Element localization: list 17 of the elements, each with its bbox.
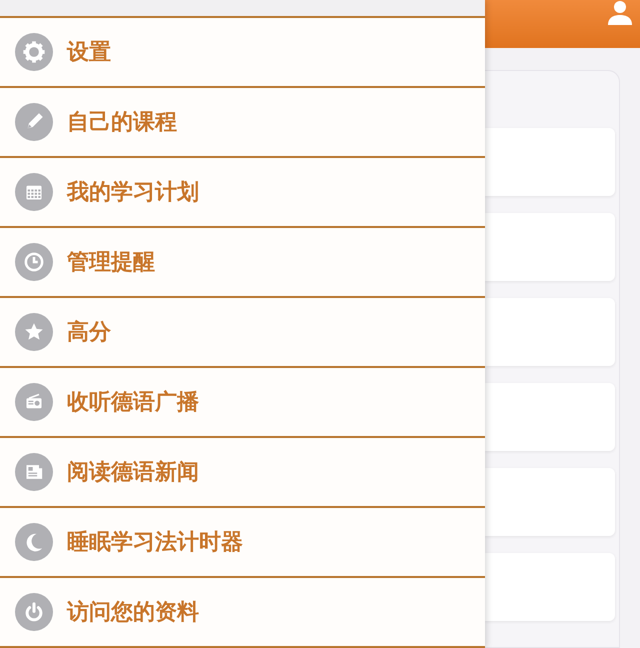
newspaper-icon xyxy=(15,453,53,491)
menu-item[interactable]: 设置 xyxy=(0,18,485,88)
menu-item[interactable]: 高分 xyxy=(0,298,485,368)
menu-item[interactable]: 访问您的资料 xyxy=(0,578,485,648)
menu-item[interactable]: 我的学习计划 xyxy=(0,158,485,228)
menu-item[interactable]: 睡眠学习法计时器 xyxy=(0,508,485,578)
menu-item[interactable]: 阅读德语新闻 xyxy=(0,438,485,508)
clock-icon xyxy=(15,243,53,281)
pencil-icon xyxy=(15,103,53,141)
menu-item[interactable]: 管理提醒 xyxy=(0,228,485,298)
radio-icon xyxy=(15,383,53,421)
menu-item[interactable]: 收听德语广播 xyxy=(0,368,485,438)
moon-icon xyxy=(15,523,53,561)
power-icon xyxy=(15,593,53,631)
calendar-icon xyxy=(15,173,53,211)
gear-icon xyxy=(15,33,53,71)
menu-item[interactable]: 自己的课程 xyxy=(0,88,485,158)
